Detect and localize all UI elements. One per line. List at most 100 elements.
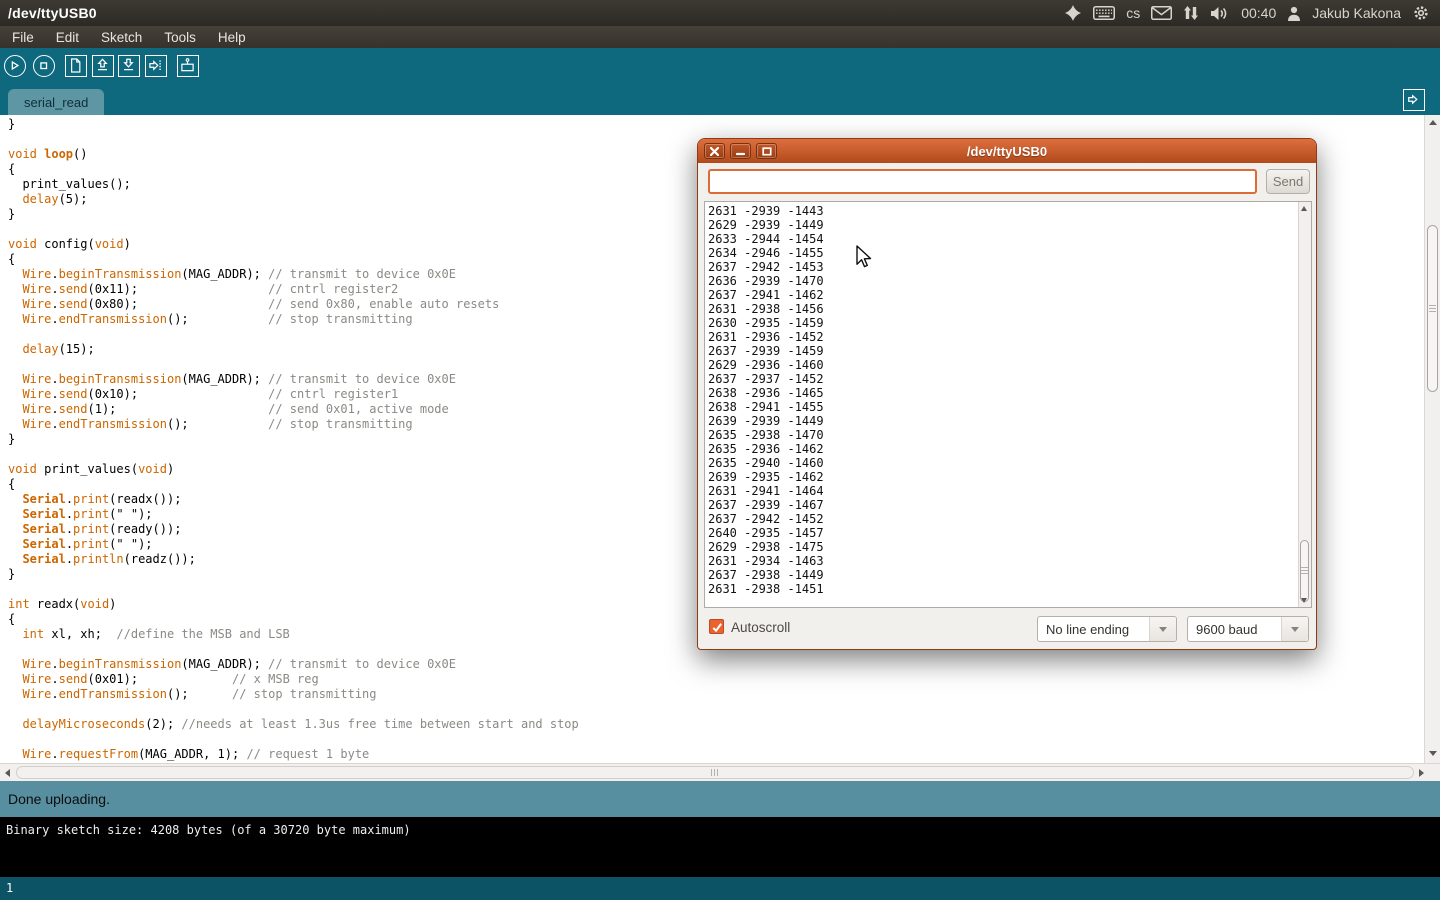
editor-hscrollbar-thumb[interactable] [16, 766, 1414, 779]
serial-data-line: 2635 -2940 -1460 [708, 456, 1311, 470]
serial-data-line: 2636 -2939 -1470 [708, 274, 1311, 288]
serial-data-line: 2637 -2939 -1467 [708, 498, 1311, 512]
serial-data-line: 2635 -2938 -1470 [708, 428, 1311, 442]
maximize-icon[interactable] [756, 143, 777, 159]
autoscroll-checkbox[interactable] [709, 619, 724, 634]
mouse-cursor [854, 244, 874, 276]
save-sketch-button[interactable] [118, 55, 140, 77]
scroll-right-arrow[interactable] [1419, 769, 1424, 777]
tab-serial-read[interactable]: serial_read [8, 89, 104, 115]
code-line: Wire.endTransmission(); // stop transmit… [8, 687, 1424, 702]
serial-data-line: 2629 -2939 -1449 [708, 218, 1311, 232]
serial-data-line: 2631 -2936 -1452 [708, 330, 1311, 344]
keyboard-layout-label[interactable]: cs [1126, 5, 1140, 21]
network-traffic-icon[interactable] [1183, 5, 1199, 21]
serial-monitor-titlebar[interactable]: /dev/ttyUSB0 [698, 139, 1316, 163]
scroll-left-arrow[interactable] [5, 769, 10, 777]
serial-output: 2631 -2939 -14432629 -2939 -14492633 -29… [705, 202, 1311, 596]
editor-vertical-scrollbar[interactable] [1424, 115, 1440, 763]
line-indicator-strip: 1 [0, 877, 1440, 900]
console-line: Binary sketch size: 4208 bytes (of a 307… [0, 817, 1440, 837]
tab-strip: serial_read [0, 87, 1440, 115]
serial-data-line: 2635 -2936 -1462 [708, 442, 1311, 456]
serial-data-line: 2639 -2935 -1462 [708, 470, 1311, 484]
serial-data-line: 2637 -2938 -1449 [708, 568, 1311, 582]
serial-monitor-title: /dev/ttyUSB0 [698, 144, 1316, 159]
user-icon[interactable] [1287, 6, 1301, 21]
editor-scrollbar-thumb[interactable] [1427, 225, 1438, 392]
code-line: } [8, 117, 1424, 132]
serial-data-line: 2637 -2937 -1452 [708, 372, 1311, 386]
baud-rate-dropdown[interactable]: 9600 baud [1187, 616, 1309, 642]
serial-data-line: 2629 -2936 -1460 [708, 358, 1311, 372]
menu-item-help[interactable]: Help [218, 30, 246, 45]
serial-data-line: 2638 -2941 -1455 [708, 400, 1311, 414]
serial-data-line: 2638 -2936 -1465 [708, 386, 1311, 400]
chevron-down-icon[interactable] [1149, 617, 1176, 641]
code-line: Wire.requestFrom(MAG_ADDR, 1); // reques… [8, 747, 1424, 762]
menu-item-tools[interactable]: Tools [164, 30, 196, 45]
scroll-up-arrow[interactable] [1301, 206, 1307, 211]
serial-data-line: 2639 -2939 -1449 [708, 414, 1311, 428]
mail-icon[interactable] [1151, 6, 1172, 20]
minimize-icon[interactable] [730, 143, 751, 159]
serial-data-line: 2637 -2941 -1462 [708, 288, 1311, 302]
menu-item-edit[interactable]: Edit [56, 30, 79, 45]
open-sketch-button[interactable] [92, 55, 114, 77]
serial-monitor-controls: Autoscroll No line ending 9600 baud [698, 613, 1316, 645]
line-indicator: 1 [0, 877, 1440, 895]
close-icon[interactable] [704, 143, 725, 159]
menubar: File Edit Sketch Tools Help [0, 26, 1440, 48]
session-gear-icon[interactable] [1412, 4, 1430, 22]
send-button[interactable]: Send [1266, 169, 1310, 194]
code-line: Wire.send(0x01); // x MSB reg [8, 672, 1424, 687]
serial-data-line: 2637 -2942 -1453 [708, 260, 1311, 274]
toolbar [0, 48, 1440, 87]
code-line: delayMicroseconds(2); //needs at least 1… [8, 717, 1424, 732]
code-line [8, 702, 1424, 717]
screen: /dev/ttyUSB0 cs 00:40 Jakub Kakona [0, 0, 1440, 900]
app-indicator-icon[interactable] [1064, 4, 1082, 22]
tab-menu-button[interactable] [1403, 89, 1425, 111]
serial-data-line: 2640 -2935 -1457 [708, 526, 1311, 540]
serial-data-line: 2631 -2938 -1456 [708, 302, 1311, 316]
volume-icon[interactable] [1210, 6, 1230, 21]
serial-data-line: 2629 -2938 -1475 [708, 540, 1311, 554]
verify-button[interactable] [4, 55, 26, 77]
serial-data-line: 2631 -2939 -1443 [708, 204, 1311, 218]
focused-window-title: /dev/ttyUSB0 [0, 5, 97, 21]
stop-button[interactable] [33, 55, 55, 77]
serial-scrollbar[interactable] [1298, 202, 1311, 607]
code-line: Wire.beginTransmission(MAG_ADDR); // tra… [8, 657, 1424, 672]
gnome-top-panel: /dev/ttyUSB0 cs 00:40 Jakub Kakona [0, 0, 1440, 26]
upload-button[interactable] [145, 55, 167, 77]
serial-send-input[interactable] [708, 169, 1257, 194]
serial-data-line: 2637 -2939 -1459 [708, 344, 1311, 358]
keyboard-layout-icon[interactable] [1093, 6, 1115, 20]
user-name[interactable]: Jakub Kakona [1312, 5, 1401, 21]
serial-output-area[interactable]: 2631 -2939 -14432629 -2939 -14492633 -29… [704, 201, 1312, 608]
status-message: Done uploading. [0, 791, 110, 807]
serial-monitor-button[interactable] [177, 55, 199, 77]
editor-horizontal-scrollbar[interactable] [0, 763, 1440, 781]
scroll-up-arrow[interactable] [1429, 120, 1437, 125]
system-tray: cs 00:40 Jakub Kakona [1064, 0, 1440, 26]
code-line [8, 732, 1424, 747]
new-sketch-button[interactable] [65, 55, 87, 77]
serial-data-line: 2634 -2946 -1455 [708, 246, 1311, 260]
clock[interactable]: 00:40 [1241, 5, 1276, 21]
status-bar: Done uploading. [0, 781, 1440, 817]
scroll-down-arrow[interactable] [1301, 598, 1307, 603]
serial-monitor-window: /dev/ttyUSB0 Send 2631 -2939 -14432629 -… [697, 138, 1317, 650]
tab-label: serial_read [24, 95, 88, 110]
line-ending-dropdown[interactable]: No line ending [1037, 616, 1177, 642]
menu-item-sketch[interactable]: Sketch [101, 30, 142, 45]
serial-scrollbar-thumb[interactable] [1300, 540, 1309, 602]
serial-data-line: 2631 -2938 -1451 [708, 582, 1311, 596]
menu-item-file[interactable]: File [12, 30, 34, 45]
serial-data-line: 2631 -2934 -1463 [708, 554, 1311, 568]
chevron-down-icon[interactable] [1281, 617, 1308, 641]
serial-data-line: 2631 -2941 -1464 [708, 484, 1311, 498]
scroll-down-arrow[interactable] [1429, 751, 1437, 756]
autoscroll-label: Autoscroll [731, 620, 790, 635]
